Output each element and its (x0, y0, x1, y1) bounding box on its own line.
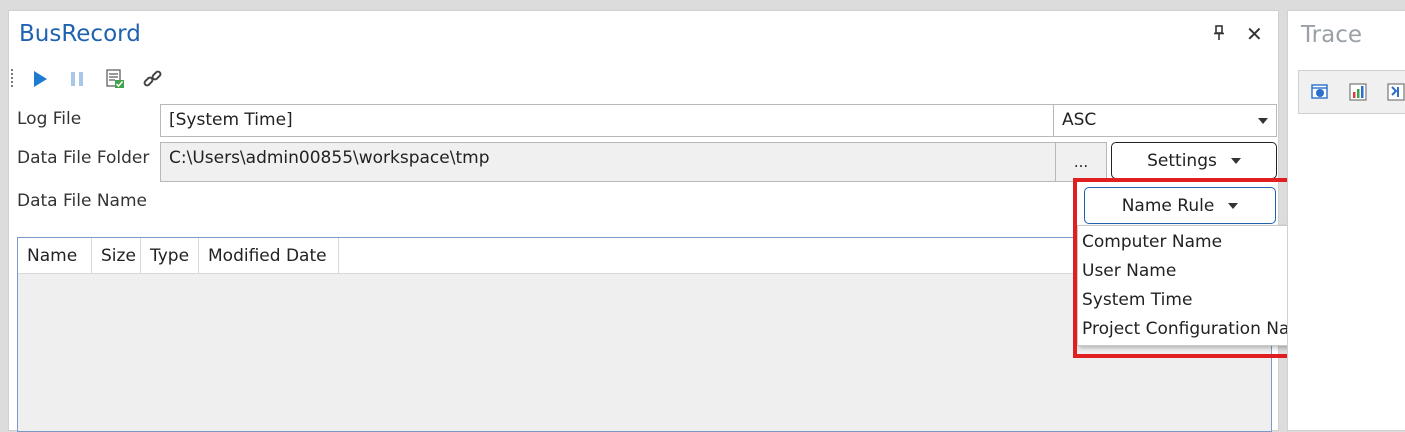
bar-chart-icon[interactable] (1349, 83, 1367, 101)
pause-icon (71, 72, 83, 86)
settings-button-label: Settings (1147, 150, 1217, 171)
log-file-label: Log File (17, 109, 82, 129)
import-icon[interactable] (1387, 83, 1405, 101)
play-button[interactable] (29, 68, 51, 90)
chevron-down-icon (1230, 157, 1241, 164)
data-file-folder-label: Data File Folder (17, 148, 150, 168)
pause-button[interactable] (66, 68, 88, 90)
column-header-type[interactable]: Type (141, 238, 199, 273)
link-icon (143, 70, 162, 87)
log-list-icon (106, 69, 124, 88)
column-header-name[interactable]: Name (18, 238, 92, 273)
link-button[interactable] (142, 68, 164, 90)
panel-title: BusRecord (19, 21, 141, 47)
data-folder-input[interactable]: C:\Users\admin00855\workspace\tmp (160, 142, 1056, 182)
data-file-name-label: Data File Name (17, 191, 147, 211)
chevron-down-icon (1258, 118, 1268, 124)
format-select-value: ASC (1062, 110, 1097, 130)
trace-panel: Trace (1287, 10, 1405, 431)
trace-title: Trace (1301, 22, 1363, 48)
trace-view-icon[interactable] (1311, 83, 1329, 101)
pin-icon[interactable] (1213, 25, 1225, 45)
format-select[interactable]: ASC (1053, 104, 1277, 137)
trace-toolbar (1298, 70, 1405, 114)
browse-button[interactable]: ... (1055, 142, 1107, 182)
log-list-button[interactable] (104, 68, 126, 90)
settings-button[interactable]: Settings (1111, 142, 1277, 179)
play-icon (34, 71, 47, 87)
column-header-size[interactable]: Size (92, 238, 141, 273)
close-icon[interactable]: ✕ (1246, 22, 1263, 46)
log-file-input[interactable]: [System Time] (160, 104, 1055, 137)
column-header-modified-date[interactable]: Modified Date (199, 238, 339, 273)
toolbar-grip[interactable] (11, 69, 13, 89)
